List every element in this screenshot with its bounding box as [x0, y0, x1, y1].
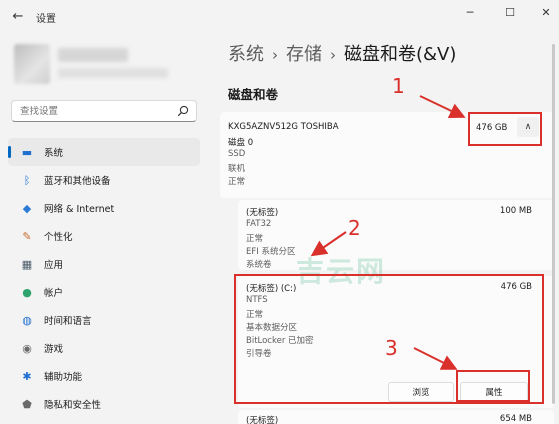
search-box[interactable] [11, 100, 197, 122]
sidebar-item-2[interactable]: ◆ 网络 & Internet [8, 194, 200, 222]
chevron-right-icon: › [330, 46, 336, 64]
sidebar-item-label: 系统 [44, 148, 64, 159]
search-icon[interactable] [177, 105, 189, 117]
sidebar-item-label: 应用 [44, 260, 64, 271]
annotation-number-1: 1 [392, 74, 405, 98]
partition-size: 100 MB [499, 206, 532, 216]
title-bar: ← 设置 ─ ☐ ✕ [0, 0, 559, 34]
annotation-box-1 [468, 112, 542, 146]
annotation-number-3: 3 [385, 336, 398, 360]
sidebar-nav: ▬ 系统 ᛒ 蓝牙和其他设备 ◆ 网络 & Internet ✎ 个性化 ▦ 应用 ● 帐户 ◍ 时间和语… [8, 138, 200, 418]
sidebar-item-label: 辅助功能 [44, 372, 83, 383]
sidebar-item-9[interactable]: ⬟ 隐私和安全性 [8, 390, 200, 418]
sidebar-item-0[interactable]: ▬ 系统 [8, 138, 200, 166]
accessibility-icon: ✱ [22, 369, 32, 383]
brush-icon: ✎ [22, 229, 32, 243]
account-icon: ● [22, 285, 32, 299]
breadcrumb: 系统 › 存储 › 磁盘和卷(&V) [228, 40, 456, 66]
search-input[interactable] [12, 105, 172, 117]
partition-fs: FAT32 [246, 219, 272, 229]
maximize-icon[interactable]: ☐ [500, 6, 520, 20]
disk-label: 磁盘 0 [228, 138, 254, 148]
partition-size: 654 MB [499, 414, 532, 424]
disk-type: SSD [228, 149, 246, 159]
partition-type: EFI 系统分区 [246, 247, 296, 257]
close-icon[interactable]: ✕ [536, 6, 556, 20]
breadcrumb-storage[interactable]: 存储 [286, 44, 322, 65]
sidebar-item-1[interactable]: ᛒ 蓝牙和其他设备 [8, 166, 200, 194]
chevron-right-icon: › [272, 46, 278, 64]
sidebar-item-4[interactable]: ▦ 应用 [8, 250, 200, 278]
annotation-box-3 [456, 370, 530, 402]
partition-role: 系统卷 [246, 260, 272, 270]
sidebar-item-label: 蓝牙和其他设备 [44, 176, 111, 187]
minimize-icon[interactable]: ─ [460, 6, 480, 20]
back-arrow-icon[interactable]: ← [10, 9, 26, 25]
partition-name: (无标签) [246, 416, 279, 424]
sidebar-item-label: 个性化 [44, 232, 73, 243]
sidebar: ▬ 系统 ᛒ 蓝牙和其他设备 ◆ 网络 & Internet ✎ 个性化 ▦ 应用 ● 帐户 ◍ 时间和语… [0, 34, 210, 424]
apps-icon: ▦ [21, 257, 33, 271]
monitor-icon: ▬ [21, 145, 33, 159]
sidebar-item-6[interactable]: ◍ 时间和语言 [8, 306, 200, 334]
sidebar-item-label: 时间和语言 [44, 316, 92, 327]
avatar[interactable] [14, 44, 50, 84]
partition-name: (无标签) [246, 208, 279, 218]
disk-health: 正常 [228, 177, 246, 187]
gamepad-icon: ◉ [22, 341, 32, 355]
sidebar-item-label: 网络 & Internet [44, 204, 115, 215]
bluetooth-icon: ᛒ [23, 173, 31, 187]
user-name-blurred [58, 48, 128, 62]
sidebar-item-7[interactable]: ◉ 游戏 [8, 334, 200, 362]
partition-status: 正常 [246, 234, 264, 244]
breadcrumb-current: 磁盘和卷(&V) [344, 44, 457, 65]
sidebar-item-label: 帐户 [44, 288, 64, 299]
sidebar-item-label: 游戏 [44, 344, 64, 355]
breadcrumb-system[interactable]: 系统 [228, 44, 264, 65]
globe-icon: ◍ [22, 313, 32, 327]
disk-state: 联机 [228, 164, 246, 174]
partition-card-efi[interactable]: (无标签) 100 MB FAT32 正常 EFI 系统分区 系统卷 [238, 200, 554, 270]
annotation-number-2: 2 [348, 216, 361, 240]
sidebar-item-8[interactable]: ✱ 辅助功能 [8, 362, 200, 390]
shield-icon: ⬟ [22, 397, 32, 411]
disk-name: KXG5AZNV512G TOSHIBA [228, 122, 339, 132]
sidebar-item-5[interactable]: ● 帐户 [8, 278, 200, 306]
section-title: 磁盘和卷 [228, 87, 279, 102]
partition-card-recovery[interactable]: (无标签) 654 MB [238, 410, 554, 424]
sidebar-item-3[interactable]: ✎ 个性化 [8, 222, 200, 250]
app-title: 设置 [36, 14, 56, 25]
scrollbar[interactable] [552, 44, 555, 404]
sidebar-item-label: 隐私和安全性 [44, 400, 102, 411]
wifi-icon: ◆ [22, 201, 32, 215]
user-email-blurred [58, 68, 168, 78]
